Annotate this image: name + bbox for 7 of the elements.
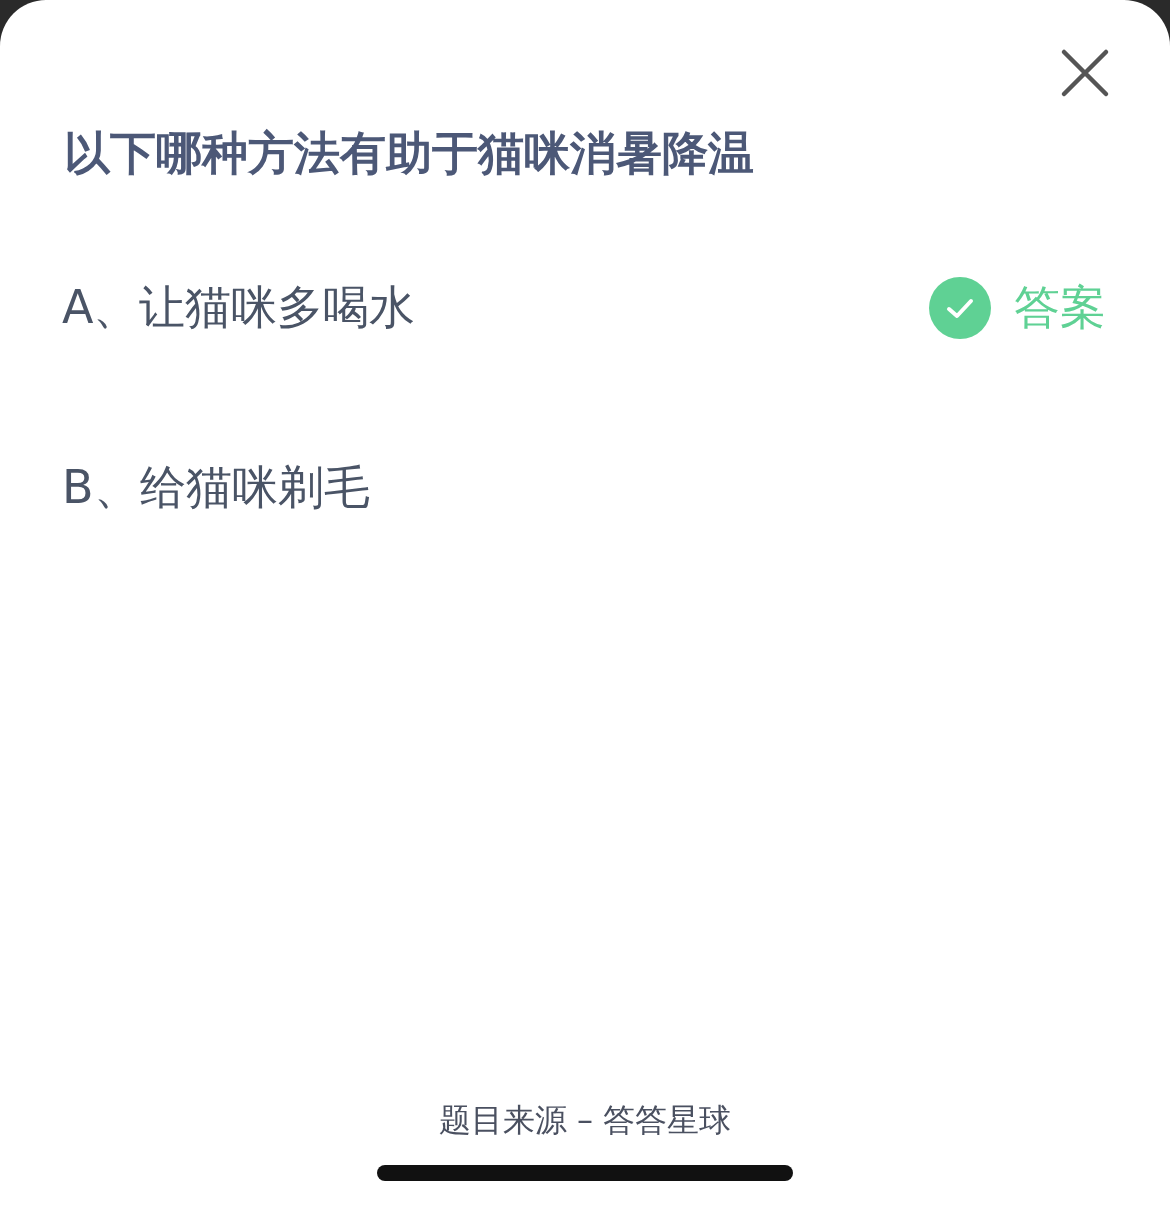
close-icon[interactable] <box>1060 48 1110 98</box>
source-text: 题目来源 – 答答星球 <box>438 1100 732 1141</box>
answer-option[interactable]: A、让猫咪多喝水 <box>62 277 416 340</box>
answer-label: 答案 <box>1014 279 1106 337</box>
question-title: 以下哪种方法有助于猫咪消暑降温 <box>63 125 755 182</box>
check-icon <box>928 276 992 341</box>
answer-option[interactable]: B、给猫咪剃毛 <box>62 457 370 520</box>
